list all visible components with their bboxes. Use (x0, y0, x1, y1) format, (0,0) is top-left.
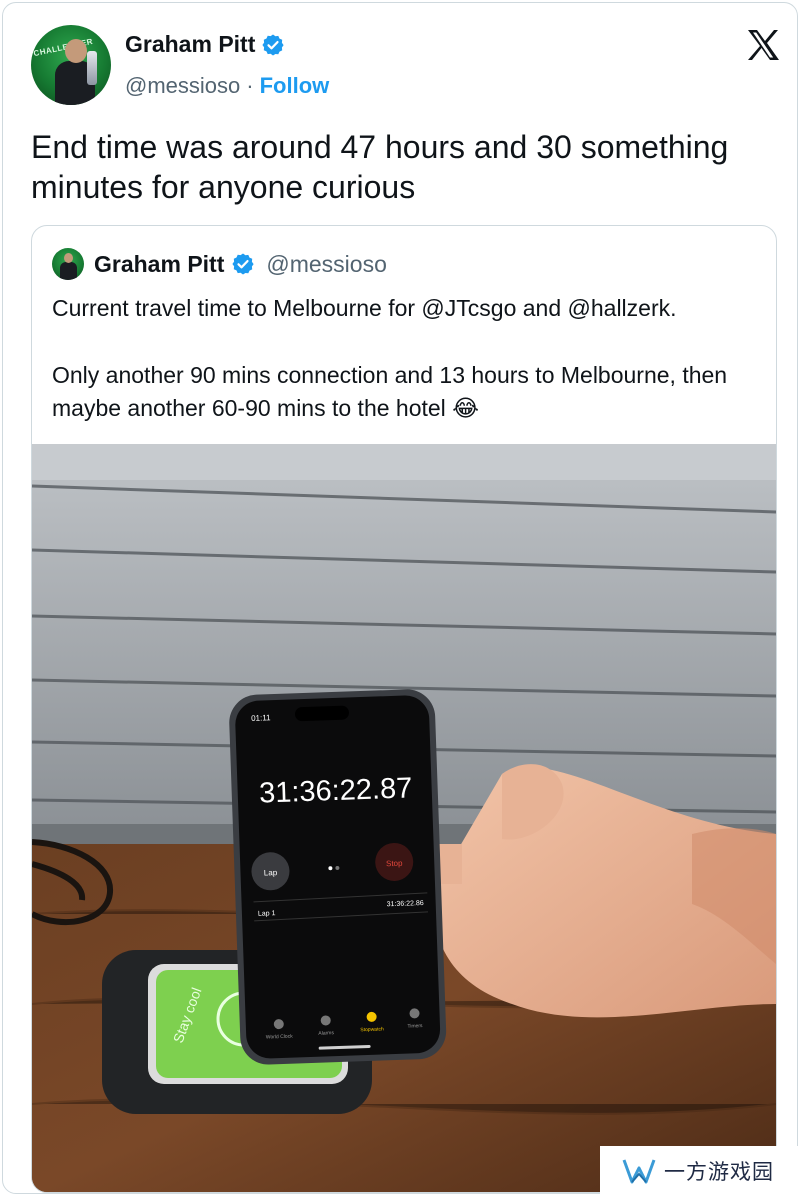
author-avatar[interactable]: CHALLENGER (31, 25, 111, 105)
watermark-logo-icon (622, 1159, 656, 1184)
tab-world-clock[interactable]: World Clock (266, 1034, 294, 1041)
tweet-card: CHALLENGER Graham Pitt @messioso · Follo… (2, 2, 798, 1194)
watermark-text: 一方游戏园 (664, 1160, 774, 1184)
follow-button[interactable]: Follow (260, 73, 330, 99)
x-logo-icon[interactable] (745, 27, 781, 63)
quoted-author-avatar[interactable] (52, 248, 84, 280)
tweet-header: CHALLENGER Graham Pitt @messioso · Follo… (31, 25, 781, 105)
author-handle[interactable]: @messioso (125, 73, 240, 99)
tab-stopwatch[interactable]: Stopwatch (360, 1026, 384, 1033)
verified-badge-icon (261, 33, 285, 57)
quoted-tweet[interactable]: Graham Pitt @messioso Current travel tim… (31, 225, 777, 1193)
author-name[interactable]: Graham Pitt (125, 31, 255, 58)
tweet-photo[interactable]: Stay cool 01:11 31:36:22.87 Lap Stop Lap… (32, 444, 776, 1192)
quoted-author-handle[interactable]: @messioso (266, 251, 387, 278)
handle-separator: · (246, 73, 254, 98)
lap-row-time: 31:36:22.86 (387, 900, 424, 908)
quoted-tweet-text: Current travel time to Melbourne for @JT… (52, 292, 752, 425)
phone-status-time: 01:11 (251, 713, 271, 723)
lap-row-label: Lap 1 (258, 910, 276, 918)
stopwatch-readout: 31:36:22.87 (259, 772, 413, 809)
tweet-text: End time was around 47 hours and 30 some… (31, 129, 729, 205)
quoted-author-name[interactable]: Graham Pitt (94, 251, 224, 278)
stop-button[interactable]: Stop (386, 859, 403, 869)
site-watermark: 一方游戏园 (600, 1146, 800, 1196)
quoted-paragraph-2: Only another 90 mins connection and 13 h… (52, 362, 728, 421)
quoted-verified-badge-icon (231, 252, 255, 276)
tab-timers[interactable]: Timers (407, 1023, 423, 1030)
tab-alarms[interactable]: Alarms (318, 1030, 334, 1037)
lap-button[interactable]: Lap (264, 868, 278, 877)
quoted-paragraph-1: Current travel time to Melbourne for @JT… (52, 295, 677, 321)
